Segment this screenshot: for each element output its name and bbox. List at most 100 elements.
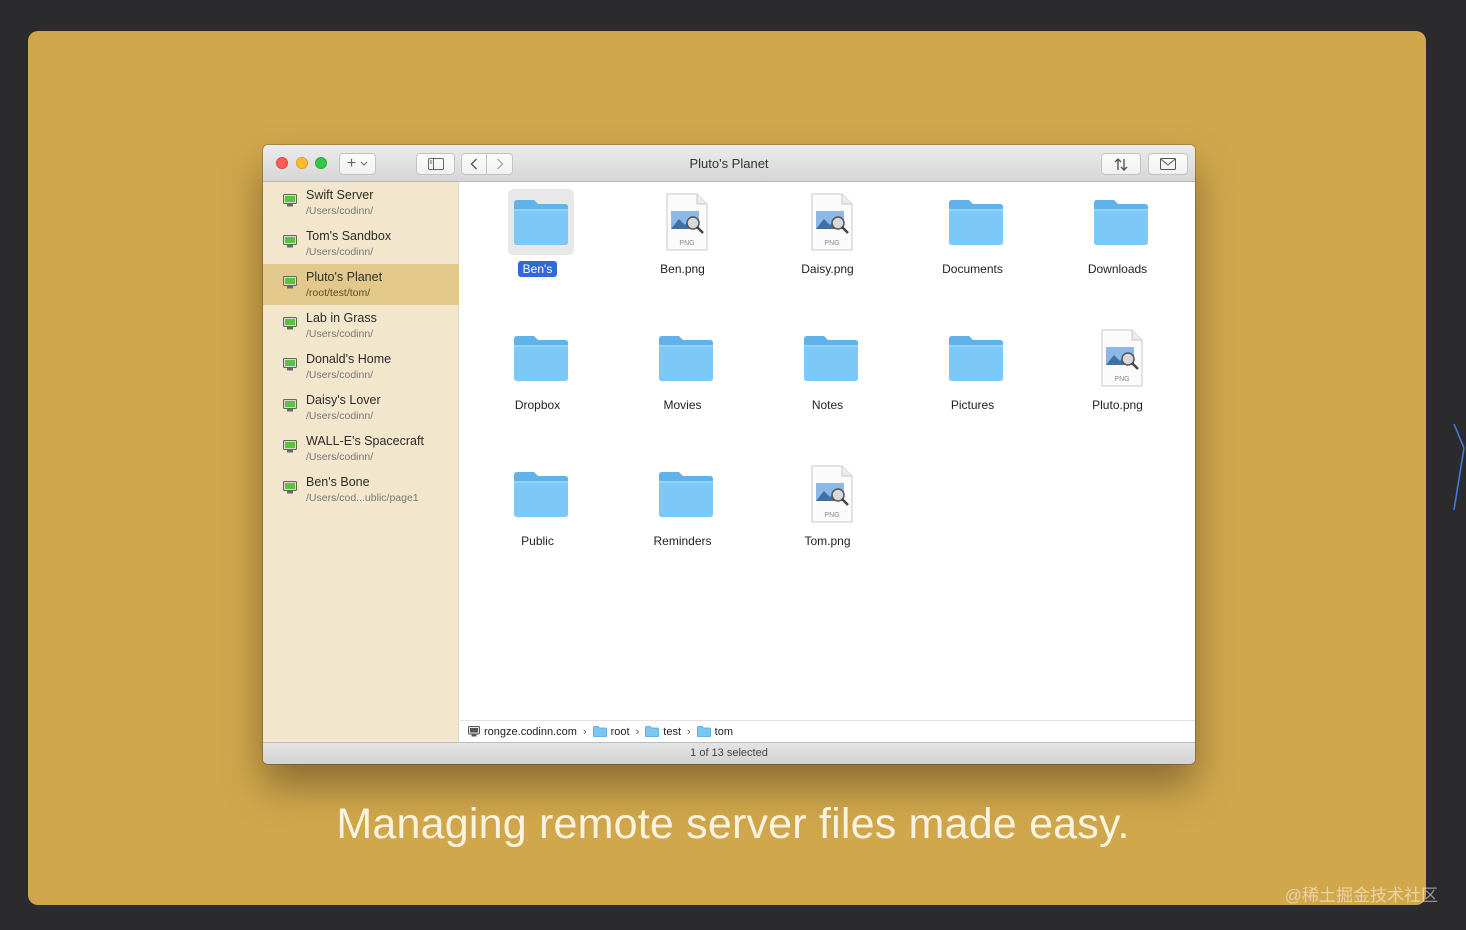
png-badge-label: PNG — [824, 240, 839, 247]
folder-icon — [1094, 200, 1148, 245]
path-separator: › — [687, 725, 691, 738]
sidebar-server-item[interactable]: Ben's Bone/Users/cod...ublic/page1 — [263, 469, 459, 510]
server-path: /root/test/tom/ — [306, 287, 371, 299]
server-monitor-icon — [283, 481, 297, 494]
server-monitor-icon — [283, 399, 297, 412]
sidebar-server-item[interactable]: Daisy's Lover/Users/codinn/ — [263, 387, 459, 428]
path-segment-label: root — [610, 725, 630, 738]
item-label-wrap: Ben's — [465, 261, 610, 277]
path-segment-label: tom — [714, 725, 734, 738]
server-monitor-icon — [283, 440, 297, 453]
item-label-wrap: Ben.png — [610, 262, 755, 276]
png-file-icon: PNG — [1101, 329, 1143, 387]
server-name: Daisy's Lover — [306, 393, 381, 407]
item-thumbnail: PNG — [798, 189, 864, 255]
item-label: Pluto.png — [1092, 398, 1143, 412]
folder-icon — [592, 726, 607, 737]
path-segment-label: test — [663, 725, 681, 738]
item-label-wrap: Documents — [900, 262, 1045, 276]
png-badge-label: PNG — [679, 240, 694, 247]
server-name: Swift Server — [306, 188, 374, 202]
file-item[interactable]: PNG Tom.png — [755, 438, 900, 548]
sidebar-server-item[interactable]: Lab in Grass/Users/codinn/ — [263, 305, 459, 346]
file-item[interactable]: PNG Daisy.png — [755, 166, 900, 276]
folder-item[interactable]: Documents — [900, 166, 1045, 276]
png-file-icon: PNG — [811, 193, 853, 251]
png-file-icon: PNG — [666, 193, 708, 251]
folder-icon — [514, 472, 568, 517]
sidebar-server-item[interactable]: Pluto's Planet/root/test/tom/ — [263, 264, 459, 305]
path-segment-tom[interactable]: tom — [696, 725, 734, 738]
server-path: /Users/cod...ublic/page1 — [306, 492, 419, 504]
folder-item[interactable]: Downloads — [1045, 166, 1190, 276]
sidebar-server-item[interactable]: Swift Server/Users/codinn/ — [263, 182, 459, 223]
server-sidebar: Swift Server/Users/codinn/Tom's Sandbox /… — [263, 182, 459, 742]
sidebar-server-item[interactable]: Tom's Sandbox/Users/codinn/ — [263, 223, 459, 264]
folder-icon — [696, 726, 711, 737]
item-label: Dropbox — [514, 398, 561, 412]
item-label: Pictures — [950, 398, 995, 412]
item-label-wrap: Notes — [755, 398, 900, 412]
item-label: Movies — [663, 398, 702, 412]
folder-icon — [659, 336, 713, 381]
path-segment-root[interactable]: root — [592, 725, 630, 738]
item-label-wrap: Dropbox — [465, 398, 610, 412]
folder-icon — [659, 472, 713, 517]
file-item[interactable]: PNG Pluto.png — [1045, 302, 1190, 412]
path-host-label: rongze.codinn.com — [484, 725, 577, 738]
server-name: Ben's Bone — [306, 475, 370, 489]
folder-item[interactable]: Pictures — [900, 302, 1045, 412]
server-name: Pluto's Planet — [306, 270, 383, 284]
path-separator: › — [635, 725, 640, 738]
folder-icon — [514, 336, 568, 381]
item-label: Documents — [942, 262, 1003, 276]
folder-icon — [645, 726, 660, 737]
watermark: @稀土掘金技术社区 — [1284, 886, 1438, 905]
item-label-wrap: Movies — [610, 398, 755, 412]
sidebar-server-item[interactable]: WALL-E's Spacecraft/Users/codinn/ — [263, 428, 459, 469]
item-label: Ben.png — [660, 262, 705, 276]
item-label: Reminders — [653, 534, 712, 548]
item-thumbnail: PNG — [653, 189, 719, 255]
path-host[interactable]: rongze.codinn.com — [468, 726, 577, 738]
server-monitor-icon — [283, 235, 297, 248]
png-badge-label: PNG — [824, 512, 839, 519]
file-item[interactable]: PNG Ben.png — [610, 166, 755, 276]
app-window: + Pluto's Planet Swift Server/Users/codi… — [263, 145, 1195, 764]
folder-item[interactable]: Public — [465, 438, 610, 548]
server-path: /Users/codinn/ — [306, 369, 374, 381]
folder-icon — [514, 200, 568, 245]
item-label: Daisy.png — [801, 262, 854, 276]
path-segment-test[interactable]: test — [645, 726, 681, 738]
item-thumbnail — [508, 325, 574, 391]
sidebar-server-item[interactable]: Donald's Home/Users/codinn/ — [263, 346, 459, 387]
folder-item[interactable]: Movies — [610, 302, 755, 412]
next-slide-arrow-icon[interactable] — [1450, 420, 1466, 512]
item-label-wrap: Pictures — [900, 398, 1045, 412]
item-thumbnail — [508, 189, 574, 255]
path-bar: rongze.codinn.com › root › test › tom — [460, 720, 1195, 742]
item-label-wrap: Public — [465, 534, 610, 548]
item-label: Public — [521, 534, 554, 548]
item-thumbnail — [1088, 189, 1154, 255]
item-label: Notes — [811, 398, 844, 412]
folder-item[interactable]: Notes — [755, 302, 900, 412]
server-monitor-icon — [283, 358, 297, 371]
server-monitor-icon — [283, 194, 297, 207]
status-bar: 1 of 13 selected — [263, 742, 1195, 764]
item-thumbnail — [653, 325, 719, 391]
folder-item[interactable]: Reminders — [610, 438, 755, 548]
folder-item[interactable]: Ben's — [465, 166, 610, 277]
server-monitor-icon — [283, 317, 297, 330]
folder-icon — [804, 336, 858, 381]
png-badge-label: PNG — [1114, 376, 1129, 383]
item-label-wrap: Downloads — [1045, 262, 1190, 276]
server-icon — [468, 726, 480, 737]
server-name: Lab in Grass — [306, 311, 377, 325]
path-separator: › — [582, 725, 587, 738]
folder-item[interactable]: Dropbox — [465, 302, 610, 412]
folder-icon — [949, 336, 1003, 381]
folder-icon — [949, 200, 1003, 245]
item-label-wrap: Pluto.png — [1045, 398, 1190, 412]
png-file-icon: PNG — [811, 465, 853, 523]
